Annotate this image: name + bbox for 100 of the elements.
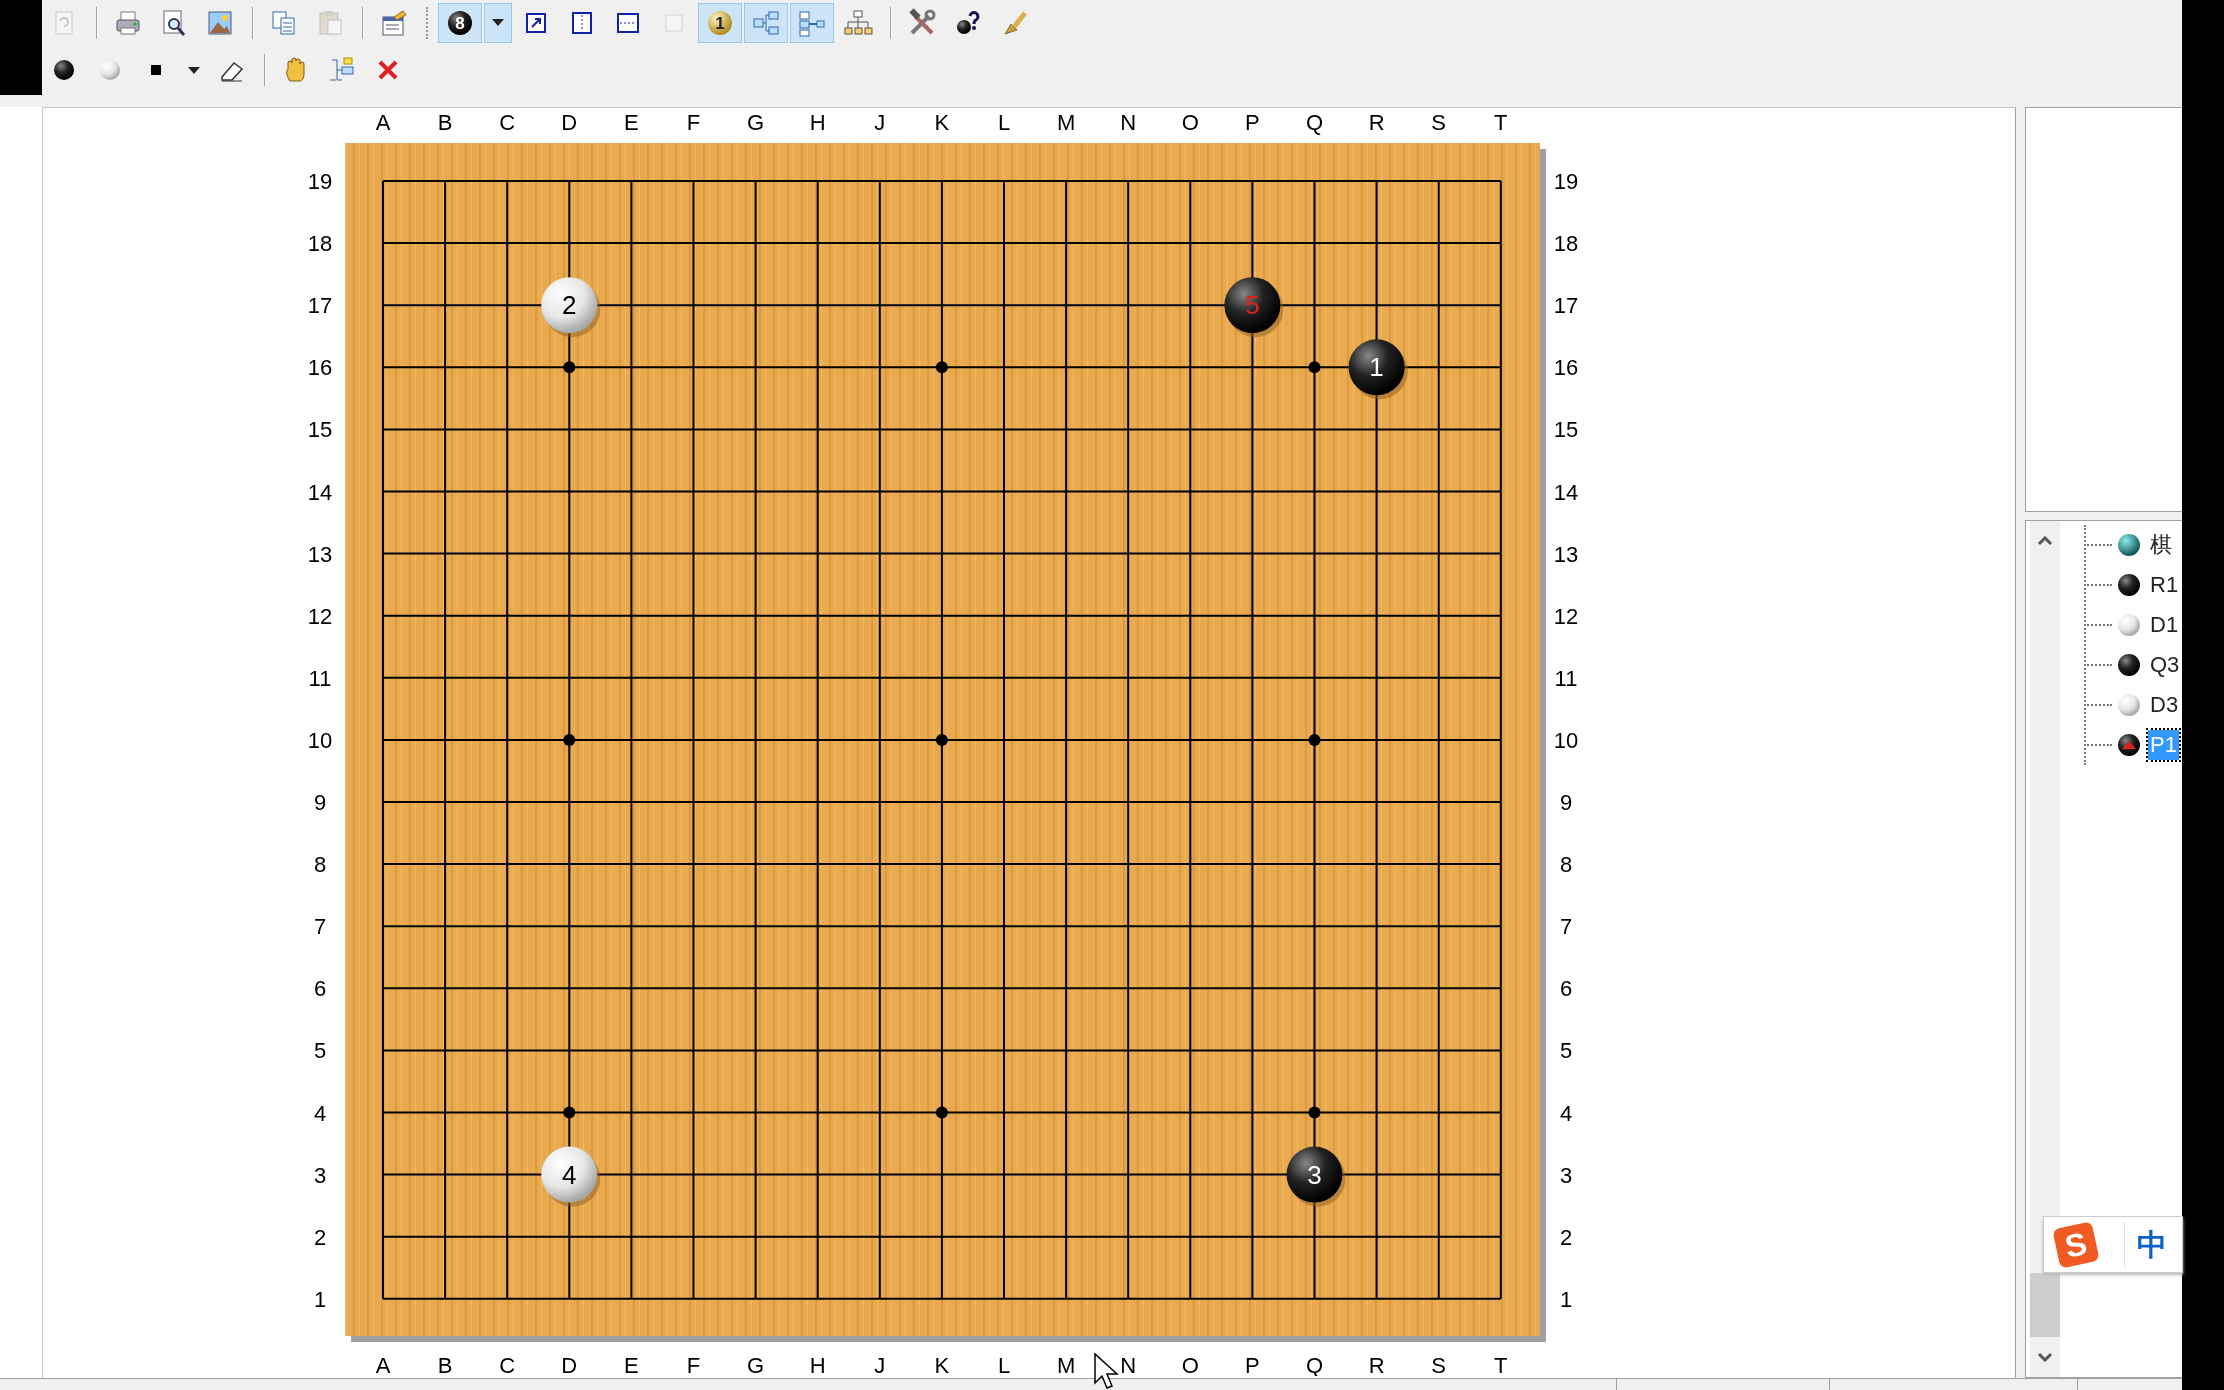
column-label: F — [686, 1353, 701, 1376]
row-label: 10 — [307, 727, 333, 753]
row-label: 13 — [307, 541, 333, 567]
column-label: P — [1245, 110, 1260, 135]
column-label: B — [437, 1353, 453, 1376]
row-label: 16 — [307, 355, 333, 381]
column-label: G — [747, 110, 765, 135]
star-point — [563, 361, 576, 374]
column-label: D — [561, 110, 578, 135]
move-number: 2 — [562, 290, 577, 321]
column-label: N — [1120, 110, 1137, 135]
row-label: 1 — [1559, 1286, 1573, 1312]
row-label: 7 — [1559, 914, 1573, 940]
move-number: 5 — [1245, 290, 1260, 321]
column-label: H — [809, 110, 826, 135]
column-label: J — [874, 1353, 886, 1376]
row-label: 8 — [1559, 852, 1573, 878]
row-label: 15 — [307, 417, 333, 443]
row-label: 19 — [307, 169, 333, 194]
column-label: L — [997, 1353, 1011, 1376]
column-label: A — [375, 1353, 391, 1376]
row-label: 14 — [1553, 479, 1579, 505]
row-label: 5 — [313, 1038, 327, 1064]
star-point — [563, 733, 576, 746]
column-label: M — [1056, 1353, 1076, 1376]
scroll-up-icon[interactable] — [2037, 536, 2053, 546]
row-label: 10 — [1553, 727, 1579, 753]
row-label: 13 — [1553, 541, 1579, 567]
hierarchy-icon — [843, 7, 873, 38]
column-label: T — [1494, 1353, 1508, 1376]
row-label: 4 — [313, 1100, 327, 1126]
scroll-thumb[interactable] — [2030, 1273, 2060, 1337]
row-label: 17 — [307, 293, 333, 319]
caret-button[interactable] — [484, 2, 512, 43]
row-label: 3 — [313, 1162, 327, 1188]
row-label: 7 — [313, 914, 327, 940]
column-label: S — [1431, 1353, 1447, 1376]
tree-node[interactable]: R1 — [2148, 570, 2181, 600]
column-label: O — [1181, 110, 1199, 135]
column-label: G — [747, 1353, 765, 1376]
row-label: 18 — [307, 231, 333, 257]
row-label: 19 — [1553, 169, 1579, 194]
column-label: H — [809, 1353, 826, 1376]
move-number: 3 — [1307, 1159, 1322, 1190]
tree-button[interactable] — [744, 2, 788, 43]
row-label: 16 — [1553, 355, 1579, 381]
column-label: D — [561, 1353, 578, 1376]
row-label: 12 — [307, 603, 333, 629]
row-label: 11 — [1554, 665, 1578, 691]
row-label: 11 — [308, 665, 332, 691]
column-label: C — [499, 1353, 516, 1376]
row-label: 4 — [1559, 1100, 1573, 1126]
row-label: 3 — [1559, 1162, 1573, 1188]
row-label: 2 — [1559, 1224, 1573, 1250]
star-point — [1308, 733, 1321, 746]
column-label: L — [997, 110, 1011, 135]
ball-button[interactable]: 1 — [698, 2, 742, 43]
star-point — [1308, 1106, 1321, 1119]
row-label: 9 — [313, 790, 327, 815]
column-label: A — [375, 110, 391, 135]
star-point — [935, 1106, 948, 1119]
column-label: J — [874, 110, 886, 135]
column-label: R — [1368, 1353, 1385, 1376]
row-label: 14 — [307, 479, 333, 505]
caret-icon — [492, 19, 504, 26]
move-number: 1 — [1369, 352, 1384, 383]
row-label: 5 — [1559, 1038, 1573, 1064]
column-label: E — [624, 110, 639, 135]
star-point — [563, 1106, 576, 1119]
row-label: 17 — [1553, 293, 1579, 319]
column-label: F — [686, 110, 701, 135]
row-label: 6 — [1559, 976, 1573, 1002]
row-label: 8 — [313, 852, 327, 878]
branch-button[interactable] — [790, 2, 834, 43]
row-label: 15 — [1553, 417, 1579, 443]
tree-node[interactable]: 棋 — [2148, 530, 2174, 560]
row-label: 1 — [313, 1286, 327, 1312]
star-point — [935, 361, 948, 374]
column-label: M — [1056, 110, 1076, 135]
scroll-down-icon[interactable] — [2037, 1352, 2053, 1362]
column-label: O — [1181, 1353, 1199, 1376]
row-label: 18 — [1553, 231, 1579, 257]
input-mode-toggle[interactable]: 中 — [2124, 1222, 2167, 1267]
ball-button[interactable]: 8 — [438, 2, 482, 43]
row-label: 6 — [313, 976, 327, 1002]
row-label: 12 — [1553, 603, 1579, 629]
tree-node[interactable]: D3 — [2148, 690, 2181, 720]
column-label: N — [1120, 1353, 1137, 1376]
column-label: P — [1245, 1353, 1260, 1376]
star-point — [935, 733, 948, 746]
column-label: B — [437, 110, 453, 135]
star-point — [1308, 361, 1321, 374]
column-label: Q — [1305, 110, 1324, 135]
column-label: K — [934, 110, 950, 135]
column-label: C — [499, 110, 516, 135]
tree-node[interactable]: D1 — [2148, 610, 2181, 640]
column-label: T — [1494, 110, 1508, 135]
scrollbar[interactable] — [2030, 521, 2060, 1377]
tree-node[interactable]: Q3 — [2148, 650, 2182, 680]
column-label: R — [1368, 110, 1385, 135]
